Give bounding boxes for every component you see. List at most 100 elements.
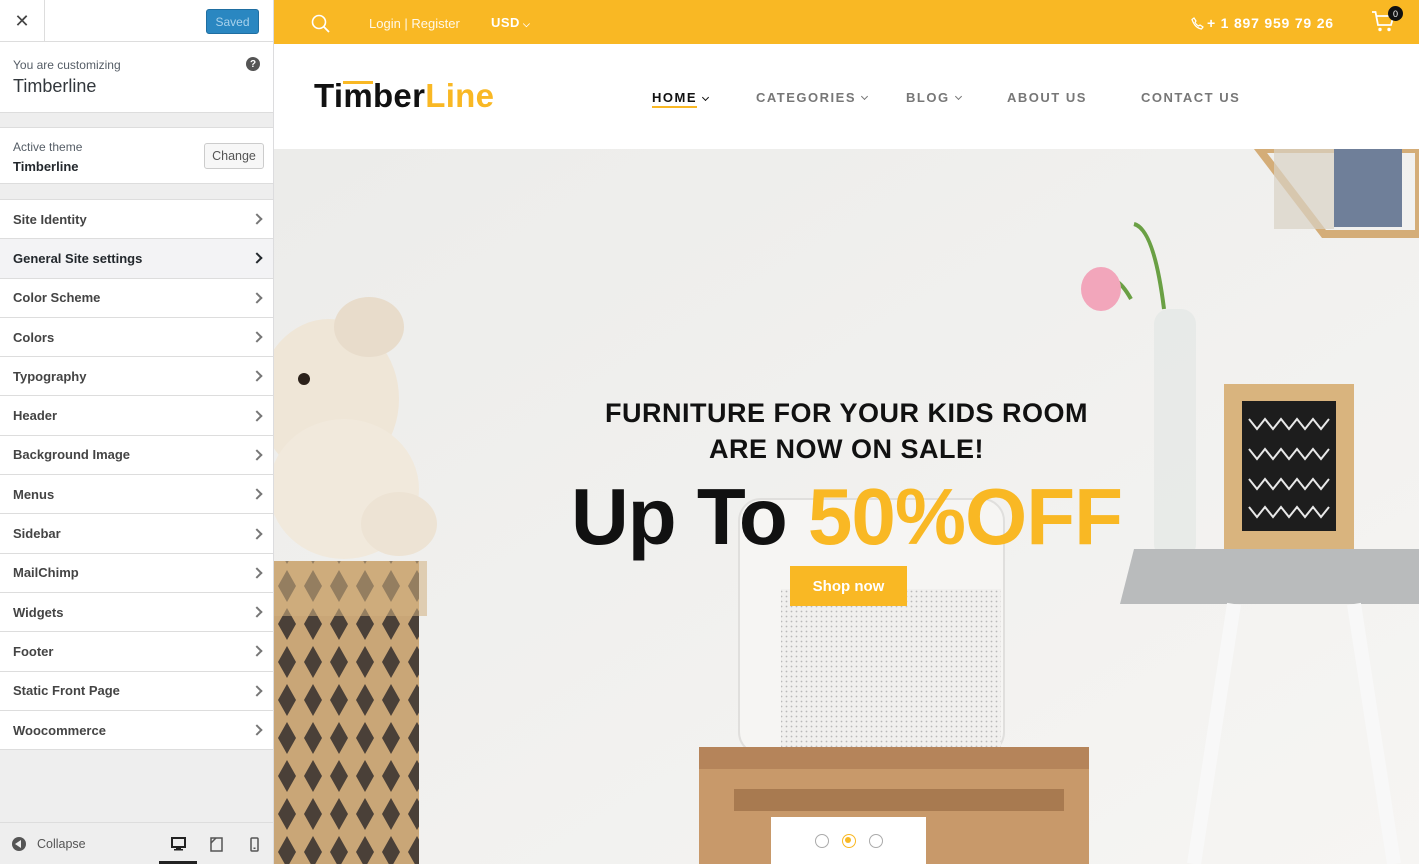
hero-line-2: ARE NOW ON SALE! (709, 434, 984, 464)
chevron-down-icon: ⌵ (522, 19, 531, 29)
chevron-down-icon (954, 92, 962, 100)
mobile-preview-icon[interactable] (235, 823, 273, 864)
nav-home-label: HOME (652, 90, 697, 108)
hero-headline: FURNITURE FOR YOUR KIDS ROOM ARE NOW ON … (274, 395, 1419, 467)
phone-number[interactable]: + 1 897 959 79 26 (1191, 15, 1334, 31)
close-icon[interactable]: ✕ (0, 0, 45, 42)
section-menus[interactable]: Menus (0, 475, 273, 515)
logo-text-2: Line (425, 77, 495, 114)
tablet-preview-icon[interactable] (197, 823, 235, 864)
hero-discount-text-2: 50%OFF (807, 472, 1123, 561)
nav-categories-label: CATEGORIES (756, 90, 856, 105)
customizer-sidebar: ✕ Saved You are customizing Timberline ?… (0, 0, 274, 864)
slide-dot-1[interactable] (814, 833, 829, 848)
chevron-right-icon (251, 292, 263, 304)
section-label: Widgets (13, 604, 64, 620)
chevron-down-icon (701, 93, 710, 102)
main-navigation: TimberLine HOME CATEGORIES BLOG ABOUT US… (274, 44, 1419, 149)
nav-about[interactable]: ABOUT US (1007, 90, 1087, 105)
hero-discount-text-1: Up To (571, 472, 808, 561)
chevron-right-icon (251, 370, 263, 382)
nav-home[interactable]: HOME (652, 90, 710, 108)
section-sidebar[interactable]: Sidebar (0, 514, 273, 554)
section-label: Site Identity (13, 211, 87, 227)
slide-dot-2[interactable] (841, 833, 856, 848)
chevron-right-icon (251, 449, 263, 461)
hero-line-1: FURNITURE FOR YOUR KIDS ROOM (604, 398, 1088, 428)
section-label: Typography (13, 368, 87, 384)
customizing-info: You are customizing Timberline ? (0, 42, 273, 113)
shop-now-button[interactable]: Shop now (790, 566, 907, 606)
nav-blog-label: BLOG (906, 90, 950, 105)
chevron-right-icon (251, 606, 263, 618)
section-label: General Site settings (13, 250, 143, 266)
chevron-right-icon (251, 331, 263, 343)
login-register-link[interactable]: Login | Register (369, 16, 460, 31)
active-theme-panel: Active theme Timberline Change (0, 127, 273, 184)
currency-select[interactable]: USD ⌵ (491, 15, 530, 30)
phone-icon (1191, 16, 1204, 30)
collapse-arrow-icon (12, 836, 26, 851)
chevron-right-icon (251, 213, 263, 225)
chevron-right-icon (251, 488, 263, 500)
saved-button[interactable]: Saved (206, 9, 259, 34)
customizer-header: ✕ Saved (0, 0, 273, 42)
nav-about-label: ABOUT US (1007, 90, 1087, 105)
section-header[interactable]: Header (0, 396, 273, 436)
chevron-down-icon (860, 92, 869, 100)
slide-dot-3[interactable] (868, 833, 883, 848)
section-label: MailChimp (13, 565, 79, 581)
chevron-right-icon (251, 685, 263, 697)
chevron-right-icon (251, 409, 263, 422)
top-bar: Login | Register USD ⌵ + 1 897 959 79 26 … (274, 0, 1419, 44)
customizer-footer: Collapse (0, 822, 273, 864)
chevron-right-icon (251, 527, 263, 540)
section-label: Background Image (13, 447, 131, 463)
section-mailchimp[interactable]: MailChimp (0, 553, 273, 593)
section-typography[interactable]: Typography (0, 357, 273, 397)
section-label: Menus (13, 486, 55, 502)
chevron-right-icon (251, 645, 263, 658)
section-label: Footer (13, 643, 54, 659)
section-static-front-page[interactable]: Static Front Page (0, 671, 273, 711)
help-icon[interactable]: ? (246, 57, 260, 71)
customizer-sections: Site Identity General Site settings Colo… (0, 199, 273, 751)
site-title: Timberline (13, 76, 97, 96)
section-colors[interactable]: Colors (0, 317, 273, 358)
chevron-right-icon (251, 724, 263, 736)
section-label: Sidebar (13, 526, 61, 542)
nav-contact[interactable]: CONTACT US (1141, 90, 1240, 105)
desktop-preview-icon[interactable] (159, 823, 197, 864)
collapse-label: Collapse (37, 836, 86, 851)
section-background-image[interactable]: Background Image (0, 435, 273, 476)
currency-value: USD (491, 15, 520, 30)
section-widgets[interactable]: Widgets (0, 592, 273, 633)
section-label: Colors (13, 329, 55, 345)
nav-contact-label: CONTACT US (1141, 90, 1241, 105)
customizing-label: You are customizing (13, 58, 121, 72)
device-preview-buttons (159, 823, 273, 864)
section-label: Static Front Page (13, 683, 120, 699)
section-general-site-settings[interactable]: General Site settings (0, 239, 273, 279)
nav-categories[interactable]: CATEGORIES (756, 90, 869, 105)
chevron-right-icon (251, 567, 263, 579)
section-footer[interactable]: Footer (0, 632, 273, 672)
logo-accent-bar (343, 81, 373, 84)
section-label: Header (13, 408, 58, 424)
collapse-button[interactable]: Collapse (12, 836, 86, 851)
change-theme-button[interactable]: Change (204, 143, 264, 169)
section-label: Color Scheme (13, 290, 101, 306)
phone-label: + 1 897 959 79 26 (1207, 15, 1334, 31)
hero-discount: Up To 50%OFF (274, 471, 1419, 563)
nav-blog[interactable]: BLOG (906, 90, 962, 105)
site-preview: Login | Register USD ⌵ + 1 897 959 79 26 … (274, 0, 1419, 864)
slider-pagination (771, 817, 926, 864)
section-label: Woocommerce (13, 722, 106, 738)
section-color-scheme[interactable]: Color Scheme (0, 278, 273, 318)
chevron-right-icon (251, 252, 263, 265)
search-icon[interactable] (311, 14, 330, 38)
hero-slider: FURNITURE FOR YOUR KIDS ROOM ARE NOW ON … (274, 149, 1419, 864)
section-woocommerce[interactable]: Woocommerce (0, 710, 273, 751)
site-logo[interactable]: TimberLine (314, 77, 494, 115)
section-site-identity[interactable]: Site Identity (0, 200, 273, 240)
